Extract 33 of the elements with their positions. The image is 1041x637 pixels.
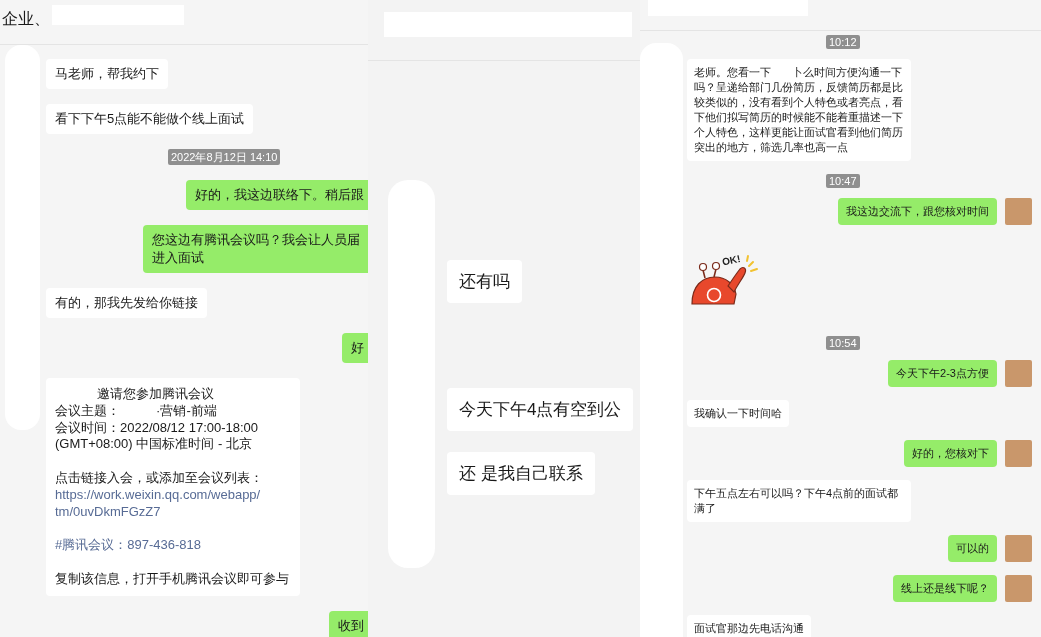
invite-text: 会议时间：2022/08/12 17:00-18:00 (GMT+08:00) 中国标准时间 - 北京 (55, 419, 260, 454)
invite-text: 复制该信息，打开手机腾讯会议即可参与 (55, 570, 289, 588)
incoming-message: 面试官那边先电话沟通 (687, 615, 811, 637)
incoming-message: 还有吗 (447, 260, 522, 303)
outgoing-message: 您这边有腾讯会议吗？我会让人员届进入面试 (143, 225, 368, 273)
meeting-link[interactable]: https://work.weixin.qq.com/webapp/tm/0uvDkmFGzZ7 (55, 486, 262, 521)
timestamp: 10:54 (826, 336, 860, 350)
incoming-message: 看下下午5点能不能做个线上面试 (46, 104, 254, 134)
incoming-message: 马老师，帮我约下 (46, 59, 168, 89)
incoming-message: 有的，那我先发给你链接 (46, 288, 207, 318)
outgoing-message: 我这边交流下，跟您核对时间 (838, 198, 997, 225)
invite-text: 会议主题： ·营销-前端 (55, 402, 218, 420)
incoming-message: 老师。您看一下 卜么时间方便沟通一下吗？呈递给部门几份简历，反馈简历都是比较类似的，没有看到个人特色或者亮点，看下他们拟写简历的时候能不能着重描述一下个人特色，这样更能让面试官看到他们简历突出的地方，筛选几率也高一点 (687, 59, 911, 161)
outgoing-message: 线上还是线下呢？ (893, 575, 997, 602)
timestamp: 10:47 (826, 174, 860, 188)
chat-title: 企业、 (2, 9, 50, 29)
incoming-message: 下午五点左右可以吗？下午4点前的面试都满了 (687, 480, 911, 522)
meeting-link[interactable]: #腾讯会议：897-436-818 (55, 537, 262, 554)
invite-title: 邀请您参加腾讯会议 (96, 386, 215, 403)
outgoing-message: 可以的 (948, 535, 997, 562)
outgoing-message: 收到 (329, 610, 368, 637)
incoming-message: 今天下午4点有空到公 (447, 388, 634, 431)
incoming-message: 还 是我自己联系 (447, 452, 595, 495)
incoming-message: 我确认一下时间哈 (687, 400, 789, 427)
outgoing-message: 好 (342, 333, 368, 363)
timestamp: 10:12 (826, 35, 860, 49)
crab-drawing (691, 255, 758, 305)
outgoing-message: 今天下午2-3点方便 (888, 360, 997, 387)
outgoing-message: 好的，您核对下 (904, 440, 997, 467)
timestamp: 2022年8月12日 14:10 (168, 149, 281, 165)
sticker-caption: OK! (721, 252, 742, 268)
invite-text: 点击链接入会，或添加至会议列表： (55, 470, 263, 487)
outgoing-message: 好的，我这边联络下。稍后跟 (186, 180, 368, 210)
